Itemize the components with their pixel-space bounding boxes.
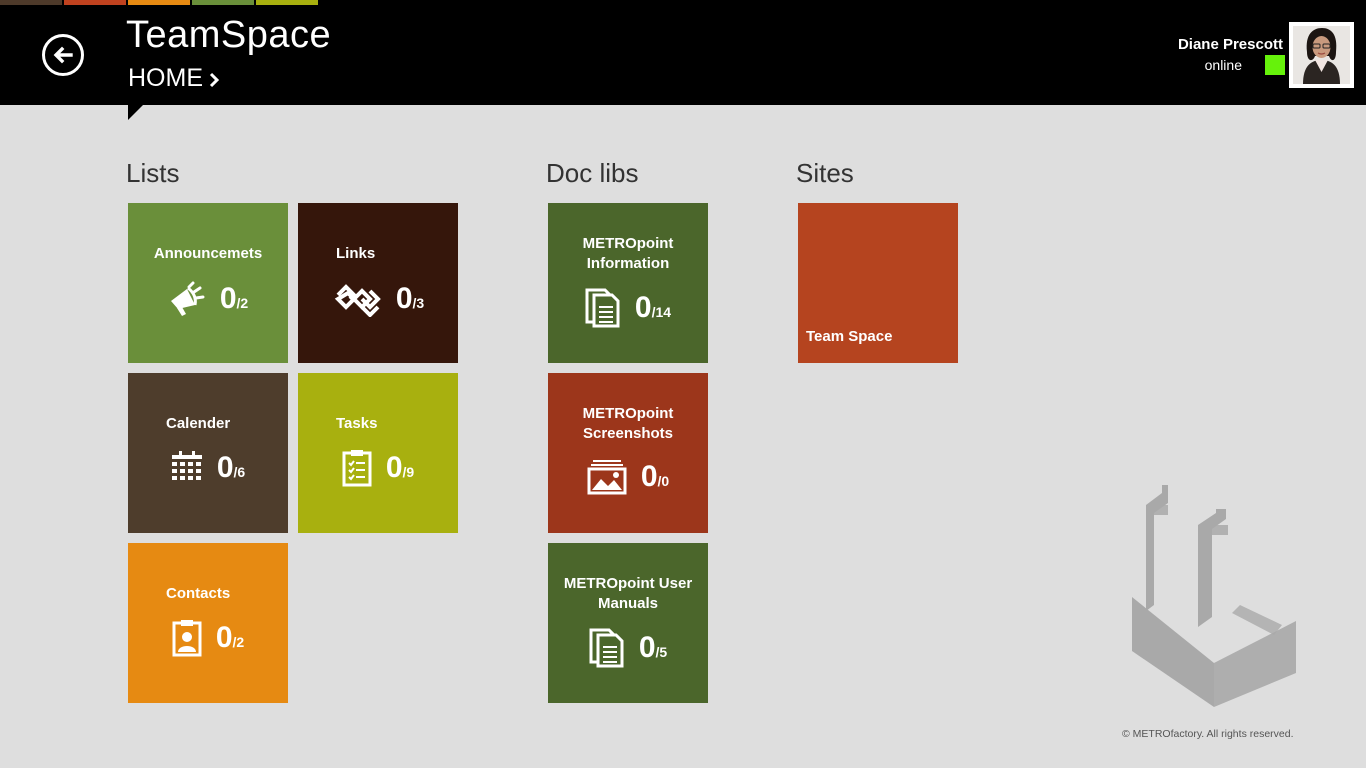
tile-total: /0 xyxy=(657,473,670,489)
tile-label-line2: Screenshots xyxy=(582,425,674,442)
tile-count: 0 xyxy=(634,291,652,324)
tile-total: /2 xyxy=(236,295,249,311)
pictures-icon xyxy=(587,460,627,495)
checklist-icon xyxy=(342,450,372,487)
tile-doclib-information[interactable]: METROpoint Information 0/14 xyxy=(548,203,708,363)
chevron-right-icon xyxy=(209,72,220,87)
breadcrumb-label: HOME xyxy=(128,64,203,92)
tile-label: Calender xyxy=(166,415,231,432)
tile-label: Contacts xyxy=(166,585,231,602)
tile-tasks[interactable]: Tasks 0/9 xyxy=(298,373,458,533)
user-status: online xyxy=(1204,57,1242,73)
tile-label-line2: Information xyxy=(586,255,670,272)
tile-total: /3 xyxy=(412,295,425,311)
tile-total: /14 xyxy=(651,304,672,320)
section-title-doclibs: Doc libs xyxy=(546,158,639,188)
megaphone-icon xyxy=(170,281,205,316)
section-title-lists: Lists xyxy=(126,158,180,188)
tile-label-line1: METROpoint xyxy=(582,235,674,252)
documents-icon xyxy=(585,288,620,328)
tile-contacts[interactable]: Contacts 0/2 xyxy=(128,543,288,703)
tile-site-team-space[interactable]: Team Space xyxy=(798,203,958,363)
tile-doclib-user-manuals[interactable]: METROpoint User Manuals 0/5 xyxy=(548,543,708,703)
tile-count: 0 xyxy=(215,621,233,654)
app-title: TeamSpace xyxy=(126,14,332,56)
tile-count: 0 xyxy=(640,460,658,493)
tile-count: 0 xyxy=(638,631,656,664)
accent-strip-segment xyxy=(0,0,62,5)
accent-strip-segment xyxy=(128,0,190,5)
tile-count: 0 xyxy=(395,282,413,315)
accent-strip-segment xyxy=(64,0,126,5)
calendar-icon xyxy=(171,451,202,480)
online-status-indicator xyxy=(1265,55,1285,75)
documents-icon xyxy=(589,628,624,668)
tile-count: 0 xyxy=(216,451,234,484)
tile-label: Links xyxy=(336,245,376,262)
accent-strip-segment xyxy=(256,0,318,5)
tile-label-line1: METROpoint xyxy=(582,405,674,422)
tile-doclib-screenshots[interactable]: METROpoint Screenshots 0/0 xyxy=(548,373,708,533)
tile-count: 0 xyxy=(385,451,403,484)
link-icon xyxy=(334,284,381,317)
accent-strip-segment xyxy=(192,0,254,5)
arrow-left-icon xyxy=(53,46,73,64)
user-photo xyxy=(1293,26,1350,84)
tile-label: Tasks xyxy=(336,415,378,432)
metrofactory-logo xyxy=(1132,485,1296,707)
tile-total: /6 xyxy=(233,464,246,480)
section-title-sites: Sites xyxy=(796,158,854,188)
tile-links[interactable]: Links 0/3 xyxy=(298,203,458,363)
user-name[interactable]: Diane Prescott xyxy=(1178,36,1283,53)
avatar[interactable] xyxy=(1289,22,1354,88)
back-button[interactable] xyxy=(42,34,84,76)
tile-total: /9 xyxy=(402,464,415,480)
tile-announcements[interactable]: Announcemets 0/2 xyxy=(128,203,288,363)
tile-count: 0 xyxy=(219,282,237,315)
tile-calendar[interactable]: Calender 0/6 xyxy=(128,373,288,533)
contact-card-icon xyxy=(172,620,202,657)
copyright-text: © METROfactory. All rights reserved. xyxy=(1122,728,1294,740)
tile-label: Team Space xyxy=(806,328,893,345)
tile-total: /2 xyxy=(232,634,245,650)
tile-label-line2: Manuals xyxy=(597,595,658,612)
breadcrumb[interactable]: HOME xyxy=(128,64,221,93)
tile-label: Announcemets xyxy=(153,245,263,262)
header-notch xyxy=(128,105,143,120)
tile-total: /5 xyxy=(655,644,668,660)
tile-label-line1: METROpoint User xyxy=(563,575,693,592)
accent-strip xyxy=(0,0,320,5)
